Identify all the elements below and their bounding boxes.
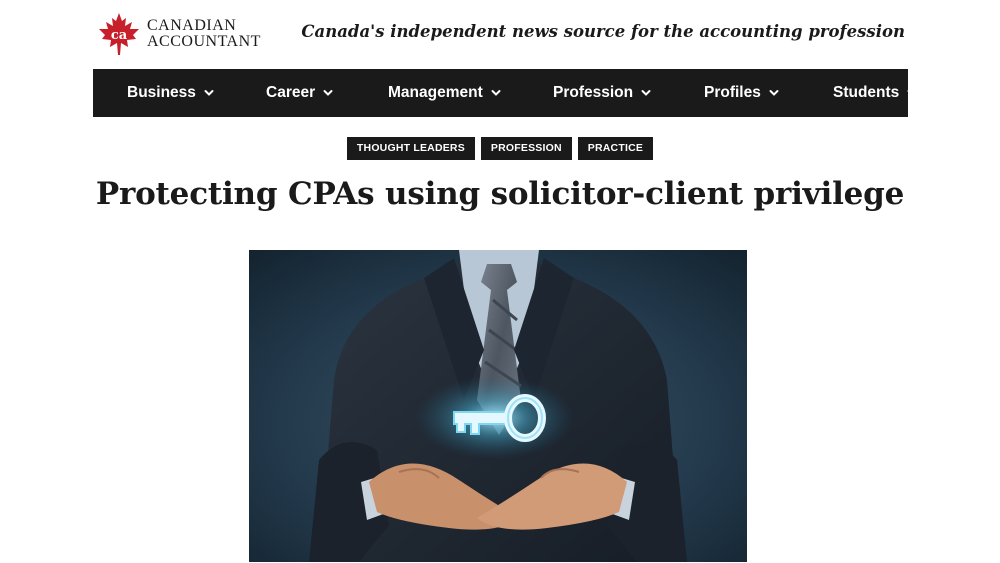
hero-image <box>249 250 747 562</box>
nav-item-label: Management <box>388 84 483 101</box>
chevron-down-icon <box>204 90 214 96</box>
site-logo[interactable]: ca CANADIAN ACCOUNTANT <box>97 12 261 56</box>
chevron-down-icon <box>641 90 651 96</box>
nav-item-career[interactable]: Career <box>266 69 334 117</box>
nav-item-students[interactable]: Students <box>833 69 908 117</box>
chevron-down-icon <box>769 90 779 96</box>
chevron-down-icon <box>323 90 333 96</box>
logo-line-1: CANADIAN <box>147 17 237 34</box>
article-title: Protecting CPAs using solicitor-client p… <box>95 176 905 212</box>
tag-profession[interactable]: PROFESSION <box>480 137 572 160</box>
nav-item-label: Business <box>127 84 196 101</box>
tag-practice[interactable]: PRACTICE <box>577 137 654 160</box>
chevron-down-icon <box>907 90 908 92</box>
nav-item-label: Students <box>833 84 900 101</box>
tag-thought-leaders[interactable]: THOUGHT LEADERS <box>346 137 475 160</box>
category-tags: THOUGHT LEADERS PROFESSION PRACTICE <box>0 137 1000 160</box>
nav-item-profiles[interactable]: Profiles <box>704 69 780 117</box>
nav-item-label: Career <box>266 84 316 101</box>
site-header: ca CANADIAN ACCOUNTANT Canada's independ… <box>0 0 1000 68</box>
main-nav: Business Career Management Profession Pr… <box>93 69 908 117</box>
nav-item-management[interactable]: Management <box>388 69 502 117</box>
nav-item-business[interactable]: Business <box>127 69 215 117</box>
nav-item-profession[interactable]: Profession <box>553 69 652 117</box>
chevron-down-icon <box>491 90 501 96</box>
logo-line-2: ACCOUNTANT <box>147 33 261 50</box>
nav-item-label: Profession <box>553 84 634 101</box>
logo-abbr: ca <box>111 28 128 43</box>
logo-text: CANADIAN ACCOUNTANT <box>147 18 261 50</box>
site-tagline: Canada's independent news source for the… <box>301 22 905 41</box>
maple-leaf-icon: ca <box>99 13 139 55</box>
nav-item-label: Profiles <box>704 84 761 101</box>
hero-illustration <box>249 250 747 562</box>
